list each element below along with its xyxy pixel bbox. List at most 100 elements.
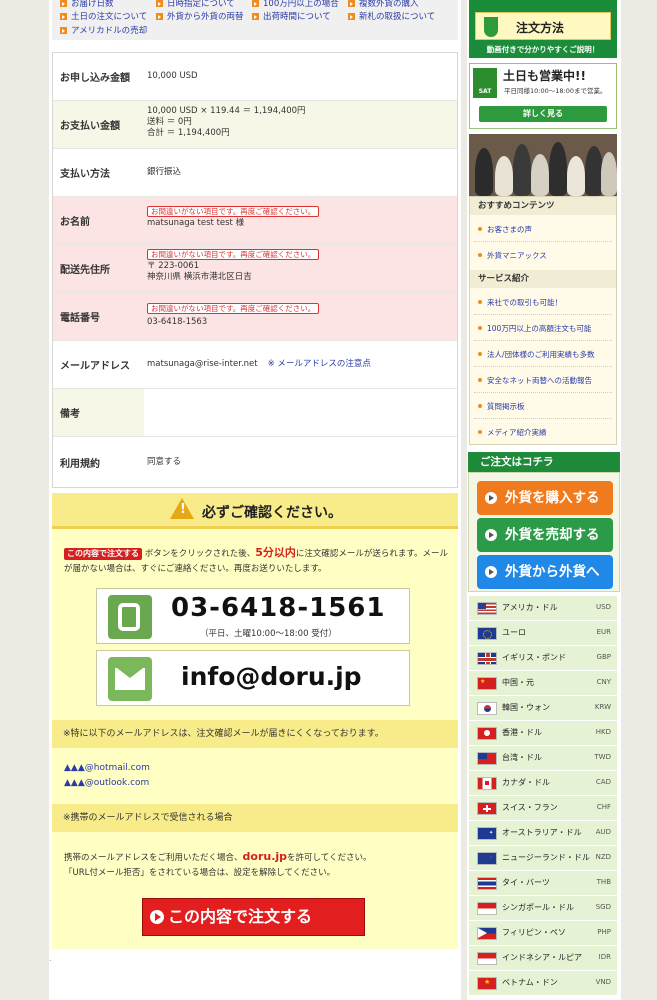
top-link[interactable]: お届け日数	[60, 0, 114, 10]
mobile-text-b: を許可してください。	[287, 853, 372, 863]
row-label: 支払い方法	[60, 169, 110, 180]
top-link[interactable]: 日時指定について	[156, 0, 235, 10]
currency-item[interactable]: ★ ベトナム・ドン VND	[469, 971, 617, 996]
currency-name[interactable]: オーストラリア・ドル	[502, 827, 582, 838]
weekend-details-button[interactable]: 詳しく見る	[479, 106, 607, 122]
currency-item[interactable]: カナダ・ドル CAD	[469, 771, 617, 796]
exchange-currency-button[interactable]: 外貨から外貨へ	[477, 555, 613, 589]
phone-number: 03-6418-1561	[171, 593, 386, 623]
link-label[interactable]: 外貨から外貨の両替	[167, 12, 244, 22]
currency-name[interactable]: ベトナム・ドン	[502, 977, 558, 988]
menu-item[interactable]: 外貨マニアックス	[478, 250, 547, 261]
link-label[interactable]: アメリカドルの売却	[71, 26, 147, 36]
currency-name[interactable]: 台湾・ドル	[502, 752, 542, 763]
row-label: 利用規約	[60, 458, 100, 470]
submit-order-button[interactable]: この内容で注文する	[142, 898, 365, 936]
mobile-notice-text: 携帯のメールアドレスをご利用いただく場合、doru.jpを許可してください。 「…	[64, 849, 372, 881]
currency-item[interactable]: スイス・フラン CHF	[469, 796, 617, 821]
link-label[interactable]: 出荷時間について	[263, 12, 331, 22]
link-label[interactable]: 100万円以上の場合	[263, 0, 339, 9]
link-label[interactable]: 日時指定について	[167, 0, 235, 9]
currency-item[interactable]: ★ 中国・元 CNY	[469, 671, 617, 696]
currency-item[interactable]: 台湾・ドル TWD	[469, 746, 617, 771]
currency-name[interactable]: ユーロ	[502, 627, 526, 638]
currency-name[interactable]: タイ・バーツ	[502, 877, 550, 888]
phone-icon	[108, 595, 152, 639]
currency-item[interactable]: ✦ ニュージーランド・ドル NZD	[469, 846, 617, 871]
currency-name[interactable]: シンガポール・ドル	[502, 902, 574, 913]
taiwan-flag-icon	[477, 752, 497, 765]
currency-name[interactable]: ニュージーランド・ドル	[502, 852, 590, 863]
menu-item[interactable]: 法人/団体様のご利用実績も多数	[478, 349, 595, 360]
menu-item[interactable]: 来社での取引も可能！	[478, 297, 562, 308]
currency-name[interactable]: 香港・ドル	[502, 727, 542, 738]
row-payment-amount: お支払い金額 10,000 USD × 119.44 ＝ 1,194,400円 …	[53, 101, 457, 149]
top-link[interactable]: 外貨から外貨の両替	[156, 12, 244, 23]
menu-item-label[interactable]: 来社での取引も可能！	[487, 298, 562, 307]
top-link[interactable]: 複数外貨の購入	[348, 0, 419, 10]
menu-item-label[interactable]: 法人/団体様のご利用実績も多数	[487, 350, 595, 359]
link-label[interactable]: 新札の取扱について	[359, 12, 435, 22]
menu-item[interactable]: 安全なネット両替への活動報告	[478, 375, 592, 386]
footer-dot: .	[49, 954, 52, 963]
currency-item[interactable]: イギリス・ポンド GBP	[469, 646, 617, 671]
bullet-icon	[478, 326, 482, 330]
menu-item-label[interactable]: 質問掲示板	[487, 402, 525, 411]
bullet-icon	[478, 253, 482, 257]
menu-item[interactable]: 質問掲示板	[478, 401, 525, 412]
currency-name[interactable]: 韓国・ウォン	[502, 702, 550, 713]
currency-name[interactable]: 中国・元	[502, 677, 534, 688]
sell-currency-button[interactable]: 外貨を売却する	[477, 518, 613, 552]
mobile-text-c: 「URL付メール拒否」をされている場合は、設定を解除してください。	[64, 868, 336, 878]
top-link[interactable]: 土日の注文について	[60, 12, 147, 23]
menu-item-label[interactable]: 安全なネット両替への活動報告	[487, 376, 592, 385]
currency-name[interactable]: イギリス・ポンド	[502, 652, 566, 663]
currency-name[interactable]: カナダ・ドル	[502, 777, 550, 788]
currency-item[interactable]: シンガポール・ドル SGD	[469, 896, 617, 921]
currency-item[interactable]: アメリカ・ドル USD	[469, 596, 617, 621]
menu-item-label[interactable]: 100万円以上の高額注文も可能	[487, 324, 591, 333]
currency-item[interactable]: ユーロ EUR	[469, 621, 617, 646]
link-label[interactable]: 複数外貨の購入	[359, 0, 419, 9]
currency-code: SGD	[595, 903, 611, 911]
top-links: お届け日数 日時指定について 100万円以上の場合 複数外貨の購入 土日の注文に…	[52, 0, 458, 40]
menu-item[interactable]: 100万円以上の高額注文も可能	[478, 323, 591, 334]
canada-flag-icon	[477, 777, 497, 790]
total-line: 合計 ＝ 1,194,400円	[147, 128, 230, 138]
menu-item-label[interactable]: 外貨マニアックス	[487, 251, 547, 260]
top-link[interactable]: 新札の取扱について	[348, 12, 435, 23]
newzealand-flag-icon: ✦	[477, 852, 497, 865]
postal-code: 〒 223-0061	[147, 261, 200, 271]
domain-item: ▲▲▲@outlook.com	[64, 776, 150, 791]
mail-contact-box: info@doru.jp	[96, 650, 410, 706]
top-link[interactable]: 100万円以上の場合	[252, 0, 339, 10]
menu-item-label[interactable]: お客さまの声	[487, 225, 532, 234]
currency-item[interactable]: フィリピン・ペソ PHP	[469, 921, 617, 946]
link-label[interactable]: 土日の注文について	[71, 12, 147, 22]
menu-item[interactable]: メディア紹介実績	[478, 427, 546, 438]
currency-code: VND	[595, 978, 611, 986]
buy-currency-button[interactable]: 外貨を購入する	[477, 481, 613, 515]
currency-item[interactable]: ✦ オーストラリア・ドル AUD	[469, 821, 617, 846]
top-link[interactable]: アメリカドルの売却	[60, 26, 147, 37]
order-guide-banner[interactable]: 注文方法 動画付きで分かりやすくご説明！	[469, 0, 617, 58]
menu-item-label[interactable]: メディア紹介実績	[487, 428, 546, 437]
currency-item[interactable]: 韓国・ウォン KRW	[469, 696, 617, 721]
currency-item[interactable]: インドネシア・ルピア IDR	[469, 946, 617, 971]
currency-item[interactable]: タイ・バーツ THB	[469, 871, 617, 896]
top-link[interactable]: 出荷時間について	[252, 12, 331, 23]
email-notes-link[interactable]: ※ メールアドレスの注意点	[268, 359, 371, 370]
menu-item[interactable]: お客さまの声	[478, 224, 532, 235]
currency-name[interactable]: フィリピン・ペソ	[502, 927, 566, 938]
sat-label: SAT	[478, 88, 492, 95]
currency-name[interactable]: スイス・フラン	[502, 802, 558, 813]
currency-name[interactable]: アメリカ・ドル	[502, 602, 558, 613]
arrow-icon	[156, 13, 163, 20]
link-label[interactable]: お届け日数	[71, 0, 114, 9]
currency-item[interactable]: 香港・ドル HKD	[469, 721, 617, 746]
order-buttons-box: 外貨を購入する 外貨を売却する 外貨から外貨へ	[468, 472, 620, 592]
bullet-icon	[478, 352, 482, 356]
mail-address: info@doru.jp	[181, 662, 362, 691]
currency-name[interactable]: インドネシア・ルピア	[502, 952, 582, 963]
weekend-title: 土日も営業中!!	[503, 69, 586, 83]
